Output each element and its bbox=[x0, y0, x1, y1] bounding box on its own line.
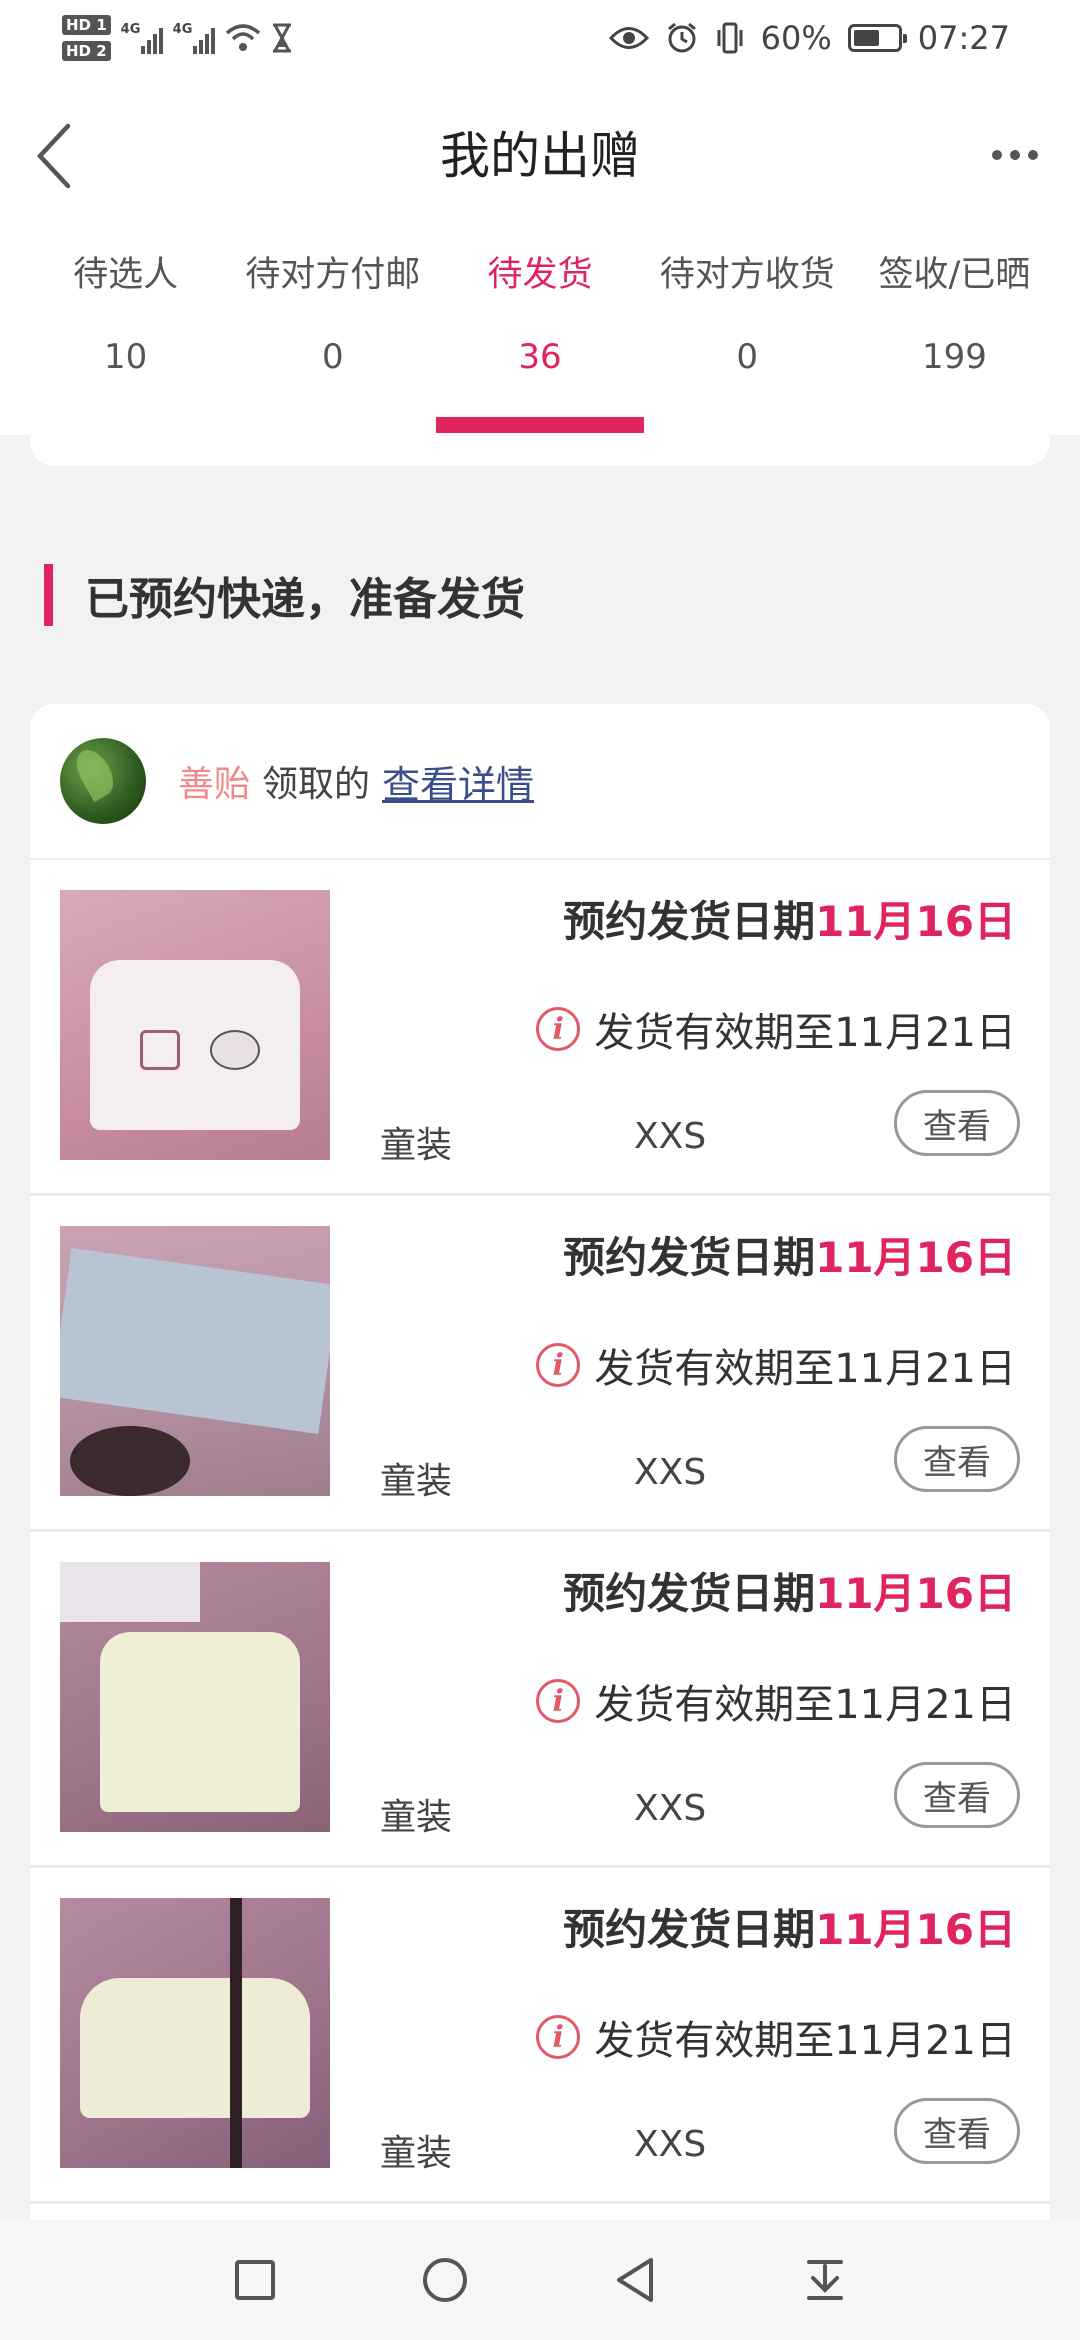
tab-label: 待选人 bbox=[73, 255, 179, 295]
item-size: XXS bbox=[634, 2124, 707, 2165]
item-size: XXS bbox=[634, 1788, 707, 1829]
donor-text: 领取的 bbox=[262, 764, 371, 805]
heading-accent-bar bbox=[44, 564, 53, 626]
hd2-badge: HD 2 bbox=[62, 41, 111, 61]
validity-text: 发货有效期至11月21日 bbox=[594, 1346, 1016, 1392]
alarm-icon bbox=[667, 22, 696, 53]
active-tab-indicator bbox=[436, 417, 644, 433]
net1-label: 4G bbox=[120, 22, 141, 37]
tab-label: 待发货 bbox=[487, 255, 593, 295]
status-tabs: 待选人 10 待对方付邮 0 待发货 36 待对方收货 0 签收/已晒 199 bbox=[0, 220, 1080, 435]
validity-line: i 发货有效期至11月21日 bbox=[536, 1672, 1016, 1730]
tab-count: 36 bbox=[518, 337, 562, 377]
battery-percent: 60% bbox=[760, 19, 832, 57]
eye-icon bbox=[608, 27, 649, 49]
tab-pending-select[interactable]: 待选人 10 bbox=[22, 250, 229, 382]
tab-label: 待对方收货 bbox=[659, 255, 835, 295]
ship-date-line: 预约发货日期11月16日 bbox=[563, 1560, 1016, 1621]
view-details-link[interactable]: 查看详情 bbox=[382, 754, 534, 809]
tab-count: 0 bbox=[321, 337, 344, 377]
tab-count: 10 bbox=[103, 337, 148, 377]
validity-text: 发货有效期至11月21日 bbox=[594, 1682, 1016, 1728]
net2-label: 4G bbox=[172, 22, 193, 37]
list-item[interactable]: 预约发货日期11月16日 i 发货有效期至11月21日 童装 XXS 查看 bbox=[30, 1196, 1050, 1532]
ship-date-line: 预约发货日期11月16日 bbox=[563, 1896, 1016, 1957]
clock: 07:27 bbox=[917, 19, 1010, 57]
view-button[interactable]: 查看 bbox=[894, 1090, 1020, 1156]
donor-name: 善贻 bbox=[178, 764, 251, 805]
wifi-icon bbox=[225, 24, 260, 51]
battery-icon bbox=[847, 24, 907, 52]
info-icon: i bbox=[536, 1343, 581, 1387]
validity-text: 发货有效期至11月21日 bbox=[594, 1010, 1016, 1056]
info-icon: i bbox=[536, 1679, 581, 1723]
ship-date: 11月16日 bbox=[815, 1233, 1016, 1282]
system-nav-bar bbox=[0, 2220, 1080, 2340]
signal-icon: 4G bbox=[121, 22, 163, 54]
info-icon: i bbox=[536, 2015, 581, 2059]
tab-count: 199 bbox=[921, 337, 987, 377]
validity-line: i 发货有效期至11月21日 bbox=[536, 1000, 1016, 1058]
item-photo bbox=[60, 1562, 330, 1832]
validity-text: 发货有效期至11月21日 bbox=[594, 2018, 1016, 2064]
view-button[interactable]: 查看 bbox=[894, 1762, 1020, 1828]
more-icon[interactable] bbox=[980, 130, 1050, 180]
signal-icon-2: 4G bbox=[173, 22, 215, 54]
date-label: 预约发货日期 bbox=[563, 897, 816, 946]
ship-date-line: 预约发货日期11月16日 bbox=[563, 1224, 1016, 1285]
list-item[interactable]: 预约发货日期11月16日 i 发货有效期至11月21日 童装 XXS 查看 bbox=[30, 1868, 1050, 2204]
ship-date: 11月16日 bbox=[815, 1905, 1016, 1954]
hd-indicators: HD 1 HD 2 bbox=[62, 15, 111, 61]
tab-label: 待对方付邮 bbox=[245, 255, 421, 295]
home-icon[interactable] bbox=[415, 2250, 475, 2310]
donation-card: 善贻 领取的 查看详情 预约发货日期11月16日 i 发货有效期至11月21日 … bbox=[30, 704, 1050, 2264]
date-label: 预约发货日期 bbox=[563, 1569, 816, 1618]
ship-date: 11月16日 bbox=[815, 1569, 1016, 1618]
date-label: 预约发货日期 bbox=[563, 1233, 816, 1282]
donor-row: 善贻 领取的 查看详情 bbox=[30, 704, 1050, 860]
validity-line: i 发货有效期至11月21日 bbox=[536, 2008, 1016, 2066]
page-title: 我的出赠 bbox=[440, 127, 640, 185]
view-button[interactable]: 查看 bbox=[894, 1426, 1020, 1492]
tab-pending-shipment[interactable]: 待发货 36 bbox=[436, 250, 643, 382]
tab-pending-receipt[interactable]: 待对方收货 0 bbox=[644, 250, 851, 382]
info-icon: i bbox=[536, 1007, 581, 1051]
tab-count: 0 bbox=[736, 337, 759, 377]
hd1-badge: HD 1 bbox=[62, 15, 111, 35]
item-category: 童装 bbox=[380, 2133, 453, 2174]
section-heading: 已预约快递，准备发货 bbox=[44, 560, 525, 630]
item-size: XXS bbox=[634, 1452, 707, 1493]
item-size: XXS bbox=[634, 1116, 707, 1157]
ship-date: 11月16日 bbox=[815, 897, 1016, 946]
nav-bar: 我的出赠 bbox=[0, 80, 1080, 220]
ship-date-line: 预约发货日期11月16日 bbox=[563, 888, 1016, 949]
heading-text: 已预约快递，准备发货 bbox=[85, 574, 525, 625]
status-right: 60% 07:27 bbox=[608, 12, 1010, 64]
tabs-card-edge bbox=[30, 434, 1050, 466]
list-item[interactable]: 预约发货日期11月16日 i 发货有效期至11月21日 童装 XXS 查看 bbox=[30, 1532, 1050, 1868]
item-photo bbox=[60, 1898, 330, 2168]
item-category: 童装 bbox=[380, 1461, 453, 1502]
view-button[interactable]: 查看 bbox=[894, 2098, 1020, 2164]
date-label: 预约发货日期 bbox=[563, 1905, 816, 1954]
tab-received-shared[interactable]: 签收/已晒 199 bbox=[851, 250, 1058, 382]
item-photo bbox=[60, 1226, 330, 1496]
hourglass-icon bbox=[272, 23, 291, 53]
status-bar: HD 1 HD 2 4G 4G 60% 07:27 bbox=[0, 0, 1080, 80]
back-triangle-icon[interactable] bbox=[605, 2250, 665, 2310]
status-left: HD 1 HD 2 4G 4G bbox=[62, 8, 293, 68]
item-category: 童装 bbox=[380, 1797, 453, 1838]
notification-pull-icon[interactable] bbox=[795, 2250, 855, 2310]
item-category: 童装 bbox=[380, 1125, 453, 1166]
vibrate-icon bbox=[717, 22, 743, 54]
tab-label: 签收/已晒 bbox=[878, 255, 1031, 295]
avatar bbox=[60, 738, 146, 824]
tab-pending-postage[interactable]: 待对方付邮 0 bbox=[229, 250, 436, 382]
recents-icon[interactable] bbox=[225, 2250, 285, 2310]
validity-line: i 发货有效期至11月21日 bbox=[536, 1336, 1016, 1394]
item-photo bbox=[60, 890, 330, 1160]
list-item[interactable]: 预约发货日期11月16日 i 发货有效期至11月21日 童装 XXS 查看 bbox=[30, 860, 1050, 1196]
